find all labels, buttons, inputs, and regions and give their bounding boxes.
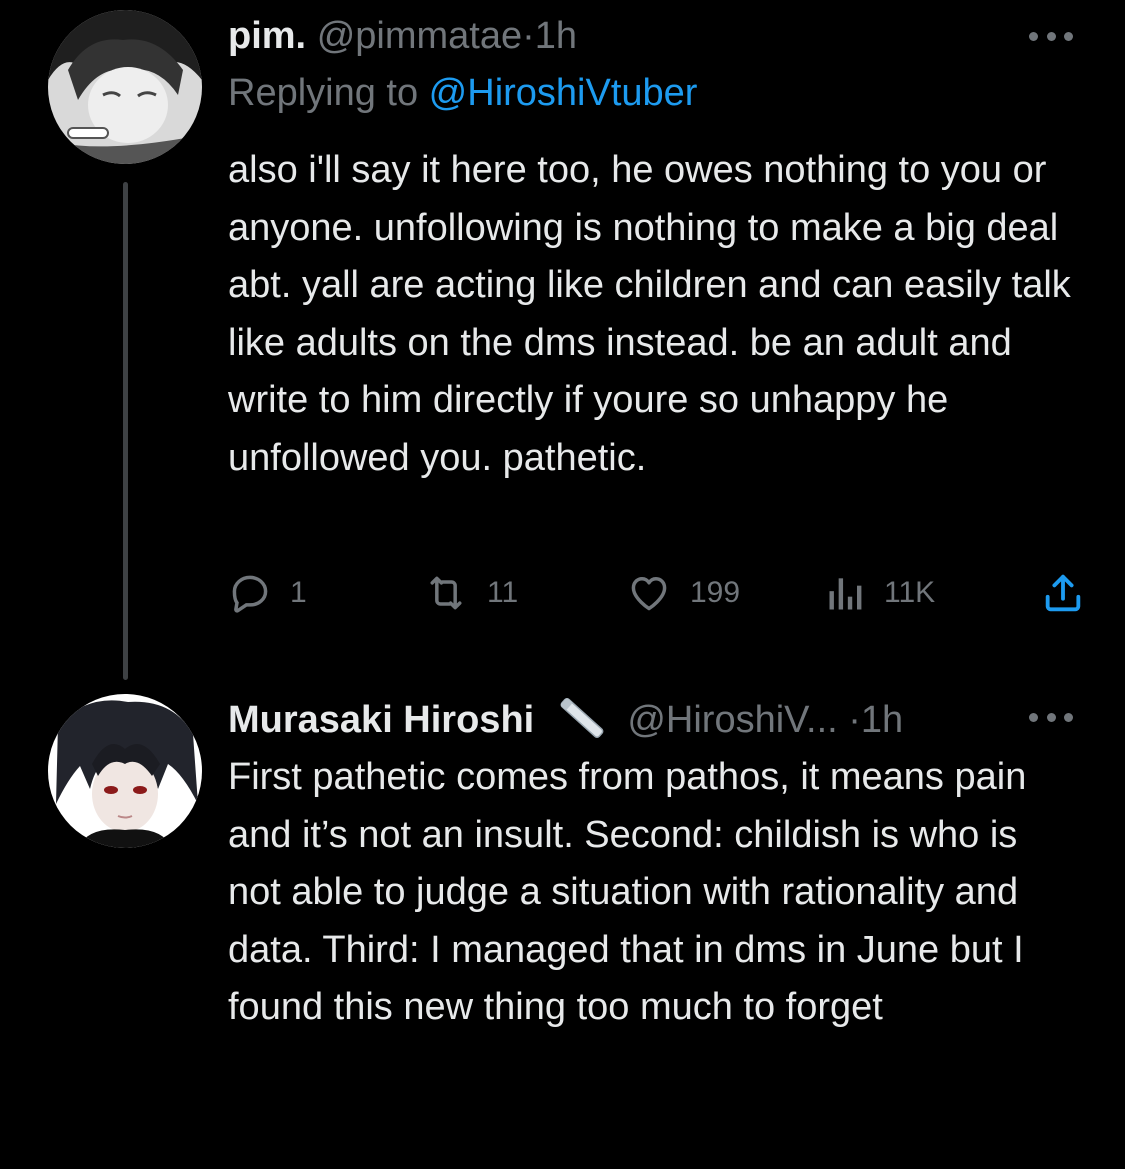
avatar-pim[interactable] <box>48 10 202 164</box>
replying-to: Replying to @HiroshiVtuber <box>228 72 697 115</box>
replying-to-handle-link[interactable]: @HiroshiVtuber <box>429 72 698 114</box>
user-handle[interactable]: @pimmatae <box>317 15 522 57</box>
separator-dot: · <box>848 699 861 741</box>
like-count: 199 <box>690 576 741 609</box>
more-icon[interactable] <box>1029 710 1073 724</box>
emoji-icon <box>560 698 604 738</box>
tweet-text: First pathetic comes from pathos, it mea… <box>228 756 1027 1028</box>
replying-to-label: Replying to <box>228 72 429 114</box>
retweet-count: 11 <box>487 576 519 609</box>
retweet-button[interactable]: 11 <box>423 568 518 618</box>
reply-count: 1 <box>290 576 307 609</box>
user-handle[interactable]: @HiroshiV... <box>627 699 837 741</box>
display-name[interactable]: Murasaki Hiroshi <box>228 699 534 741</box>
tweet-actions: 1 11 199 11K <box>228 568 1088 618</box>
more-icon[interactable] <box>1029 29 1073 43</box>
views-count: 11K <box>884 576 936 609</box>
share-icon <box>1045 574 1081 612</box>
separator-dot: · <box>522 15 535 57</box>
timestamp[interactable]: 1h <box>861 699 903 741</box>
share-button[interactable] <box>1040 568 1086 618</box>
reply-icon <box>232 575 268 613</box>
views-button[interactable]: 11K <box>826 568 935 618</box>
like-button[interactable]: 199 <box>626 568 740 618</box>
timestamp[interactable]: 1h <box>535 15 577 57</box>
tweet-text: also i'll say it here too, he owes nothi… <box>228 149 1071 479</box>
retweet-icon <box>430 576 462 610</box>
avatar-murasaki-hiroshi[interactable] <box>48 694 202 848</box>
tweet-header: pim. @pimmatae·1h <box>228 14 577 58</box>
tweet-header: Murasaki Hiroshi @HiroshiV... ·1h <box>228 696 903 742</box>
thread-line <box>123 182 128 680</box>
display-name[interactable]: pim. <box>228 15 306 57</box>
views-icon <box>829 578 862 610</box>
like-icon <box>631 576 667 611</box>
reply-button[interactable]: 1 <box>228 568 307 618</box>
